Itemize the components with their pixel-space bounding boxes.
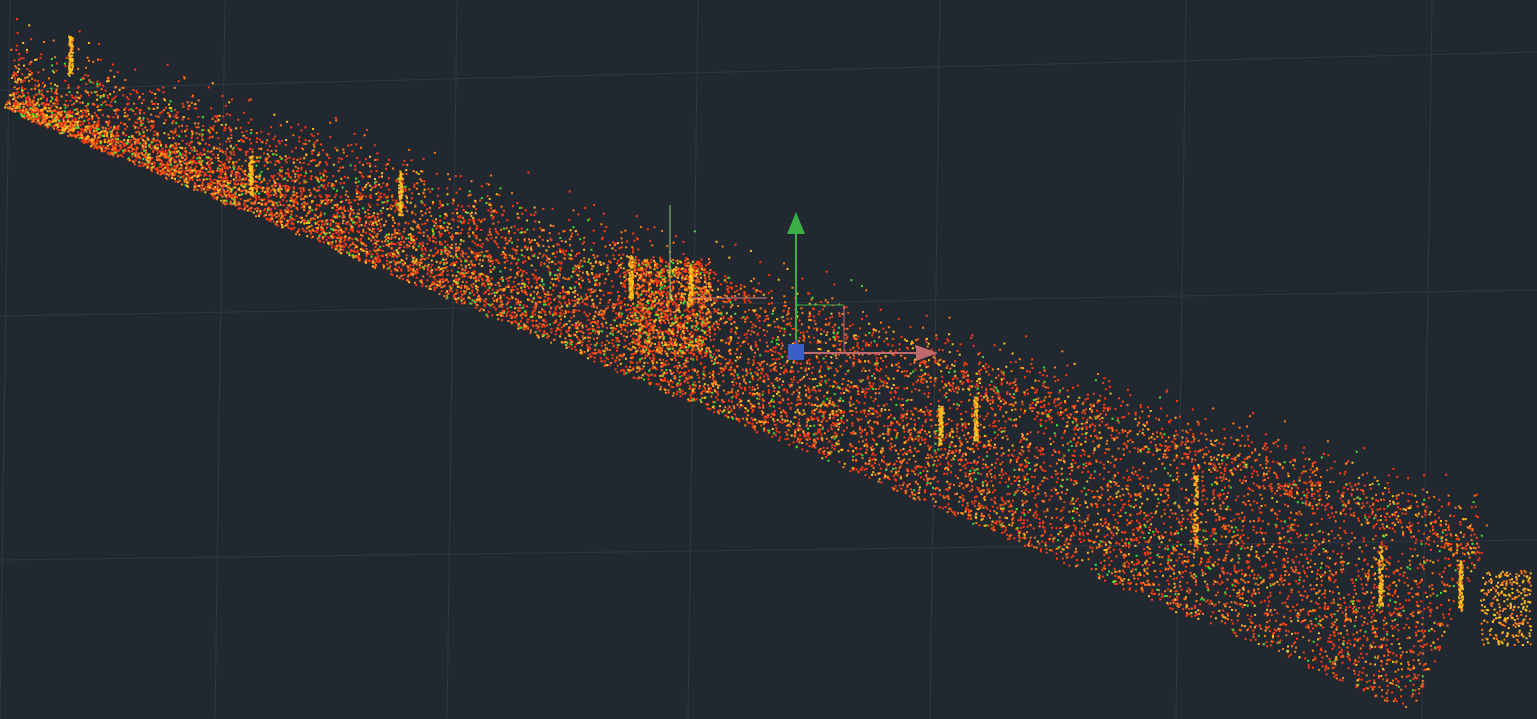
point-cloud-points (5, 35, 1532, 708)
model-space-canvas[interactable] (0, 0, 1537, 719)
grid-lines (0, 0, 1537, 719)
origin-cube-icon[interactable] (788, 344, 804, 360)
grid-line-vertical (214, 0, 226, 719)
point-cloud[interactable] (4, 18, 1532, 708)
grid-line-vertical (446, 0, 458, 719)
point-cloud-points (18, 58, 1483, 692)
cursor-crosshair (669, 205, 767, 300)
point-cloud-points (4, 24, 1532, 684)
grid-line-horizontal (0, 51, 1537, 91)
grid-line-vertical (1175, 0, 1187, 719)
y-axis-arrow-icon[interactable] (787, 212, 805, 234)
grid-line-horizontal (0, 539, 1537, 561)
drawing-viewport[interactable] (0, 0, 1537, 719)
point-cloud-points (5, 18, 1483, 705)
